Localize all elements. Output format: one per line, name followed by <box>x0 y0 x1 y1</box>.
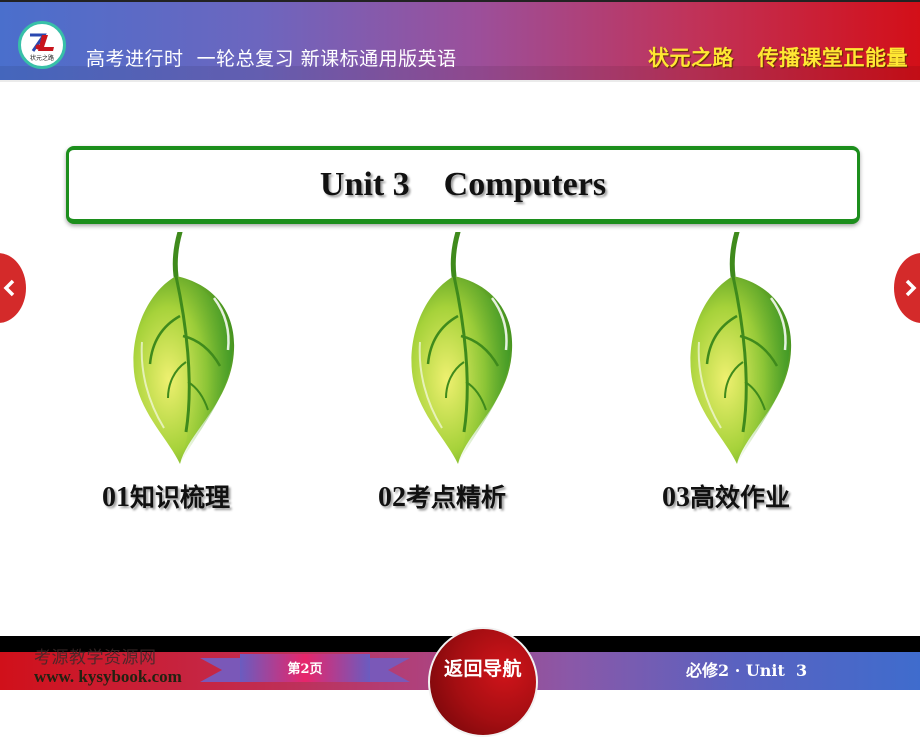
watermark: 考源教学资源网 www. kysybook.com <box>34 648 182 686</box>
section-link-2[interactable]: 02考点精析 <box>378 478 506 514</box>
leaf-illustration <box>411 232 513 464</box>
leaf-icon[interactable] <box>406 232 516 466</box>
leaf-illustration <box>133 232 235 464</box>
prev-slide-button[interactable] <box>0 253 26 323</box>
page-number: 第2页 <box>287 662 323 677</box>
course-title: 高考进行时 一轮总复习 新课标通用版英语 <box>86 48 457 70</box>
section-link-1[interactable]: 01知识梳理 <box>102 478 230 514</box>
unit-title: Unit 3 Computers <box>319 165 607 203</box>
section-label: 高效作业 <box>690 483 791 512</box>
section-number: 03 <box>662 482 690 513</box>
section-link-3[interactable]: 03高效作业 <box>662 478 790 514</box>
leaf-icon[interactable] <box>128 232 238 466</box>
header-bar: 状元之路 高考进行时 一轮总复习 新课标通用版英语 状元之路 传播课堂正能量 <box>0 0 920 82</box>
unit-title-box: Unit 3 Computers <box>66 146 860 224</box>
brand-slogan: 状元之路 传播课堂正能量 <box>648 45 908 70</box>
back-to-nav-button[interactable]: 返回导航 <box>428 627 538 737</box>
section-label: 考点精析 <box>406 483 507 512</box>
leaf-icon[interactable] <box>685 232 795 466</box>
section-label: 知识梳理 <box>130 483 231 512</box>
svg-text:状元之路: 状元之路 <box>30 54 54 62</box>
zhuangyuan-logo-icon: 状元之路 <box>18 21 66 69</box>
leaf-illustration <box>690 232 792 464</box>
section-number: 01 <box>102 482 130 513</box>
section-number: 02 <box>378 482 406 513</box>
chevron-right-icon <box>905 279 917 297</box>
watermark-url: www. kysybook.com <box>34 667 182 686</box>
page-ribbon: 第2页 <box>200 652 410 688</box>
unit-indicator: 必修2 · Unit 3 <box>686 661 808 680</box>
next-slide-button[interactable] <box>894 253 920 323</box>
chevron-left-icon <box>3 279 15 297</box>
watermark-site-name: 考源教学资源网 <box>34 648 157 668</box>
back-to-nav-label: 返回导航 <box>443 658 522 680</box>
